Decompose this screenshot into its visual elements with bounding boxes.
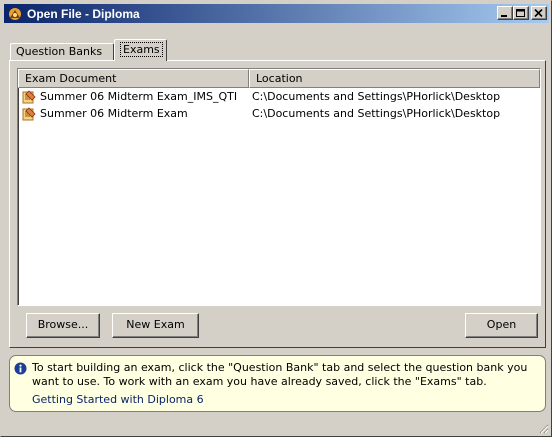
exam-document-icon	[22, 106, 36, 120]
exam-list[interactable]: Exam Document Location Summer 06 Midterm…	[17, 68, 541, 306]
info-panel: To start building an exam, click the "Qu…	[9, 355, 546, 412]
maximize-icon	[516, 9, 525, 17]
tab-exams-label: Exams	[120, 42, 163, 57]
title-bar[interactable]: Open File - Diploma	[4, 4, 549, 23]
exam-document-name: Summer 06 Midterm Exam	[40, 107, 188, 120]
info-text: To start building an exam, click the "Qu…	[32, 361, 528, 388]
list-item[interactable]: Summer 06 Midterm Exam C:\Documents and …	[18, 105, 540, 122]
exam-document-cell: Summer 06 Midterm Exam_IMS_QTI	[18, 89, 249, 105]
exam-location: C:\Documents and Settings\PHorlick\Deskt…	[252, 107, 501, 120]
minimize-icon	[501, 15, 507, 17]
tab-question-banks[interactable]: Question Banks	[10, 43, 114, 60]
column-header-exam-document[interactable]: Exam Document	[18, 69, 249, 88]
exam-location: C:\Documents and Settings\PHorlick\Deskt…	[252, 90, 501, 103]
close-button[interactable]	[531, 6, 547, 20]
open-file-dialog: Open File - Diploma Question Banks Exams…	[0, 0, 552, 437]
column-header-location[interactable]: Location	[249, 69, 540, 88]
info-icon	[14, 362, 27, 375]
exam-document-name: Summer 06 Midterm Exam_IMS_QTI	[40, 90, 238, 103]
open-button[interactable]: Open	[465, 313, 538, 338]
diploma-app-icon	[9, 7, 21, 20]
minimize-button[interactable]	[497, 6, 513, 20]
exam-document-icon	[22, 89, 36, 103]
list-item[interactable]: Summer 06 Midterm Exam_IMS_QTI C:\Docume…	[18, 88, 540, 105]
maximize-button[interactable]	[513, 6, 529, 20]
window-title: Open File - Diploma	[27, 6, 140, 21]
new-exam-button[interactable]: New Exam	[112, 313, 199, 338]
list-header: Exam Document Location	[18, 69, 540, 88]
exam-document-cell: Summer 06 Midterm Exam	[18, 106, 249, 122]
resize-grip-icon[interactable]	[537, 422, 549, 434]
tab-exams[interactable]: Exams	[114, 39, 167, 61]
browse-button[interactable]: Browse...	[26, 313, 100, 338]
tab-question-banks-label: Question Banks	[16, 45, 103, 58]
close-icon	[534, 9, 543, 18]
getting-started-link[interactable]: Getting Started with Diploma 6	[32, 393, 204, 407]
